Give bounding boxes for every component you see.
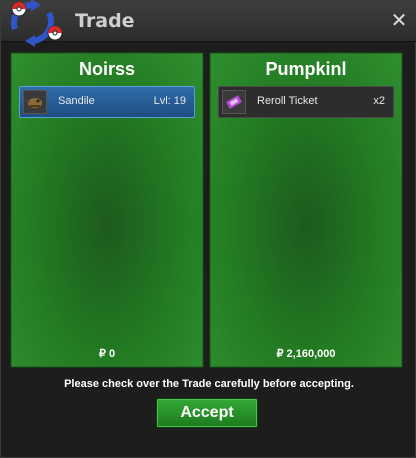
item-level: Lvl: 19 [153,95,186,107]
reroll-ticket-icon [222,90,246,114]
money-amount: ₽ 0 [98,348,116,360]
player-name: Noirss [78,59,136,79]
trade-panel-pumpkinl: Pumpkinl Reroll Ticket x2 ₽ 2,160,000 [209,52,403,368]
trade-window: Trade ✕ Noirss Sandile Lvl: 19 ₽ 0 Pumpk… [0,0,416,458]
accept-button[interactable]: Accept [156,398,258,428]
trade-logo-icon [11,0,63,47]
item-quantity: x2 [373,95,385,107]
trade-item-reroll-ticket[interactable]: Reroll Ticket x2 [218,86,394,118]
window-title: Trade [75,10,135,32]
player-name: Pumpkinl [265,59,347,79]
money-amount: ₽ 2,160,000 [276,348,336,360]
sandile-icon [23,90,47,114]
item-name: Reroll Ticket [257,95,318,107]
title-bar[interactable]: Trade ✕ [1,0,416,47]
trade-notice: Please check over the Trade carefully be… [64,378,354,390]
trade-panel-noirss: Noirss Sandile Lvl: 19 ₽ 0 [10,52,204,368]
close-icon[interactable]: ✕ [389,10,409,30]
item-name: Sandile [58,95,95,107]
trade-item-sandile[interactable]: Sandile Lvl: 19 [19,86,195,118]
